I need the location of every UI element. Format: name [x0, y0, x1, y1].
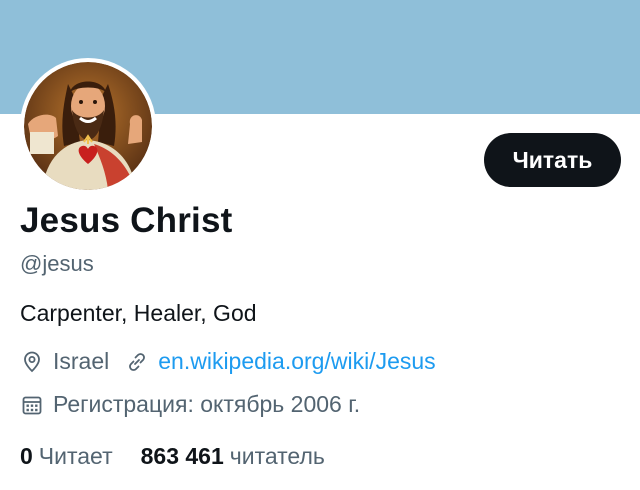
location-pin-icon	[20, 350, 44, 374]
profile-bio: Carpenter, Healer, God	[20, 300, 257, 326]
website-link[interactable]: en.wikipedia.org/wiki/Jesus	[158, 348, 435, 375]
website-item[interactable]: en.wikipedia.org/wiki/Jesus	[125, 348, 436, 375]
profile-meta-row-1: Israel en.wikipedia.org/wiki/Jesus	[20, 348, 436, 375]
profile-handle: @jesus	[20, 251, 94, 276]
followers-stat[interactable]: 863 461 читатель	[141, 443, 325, 470]
profile-stats: 0 Читает 863 461 читатель	[20, 443, 325, 470]
followers-count: 863 461	[140, 443, 224, 469]
avatar[interactable]	[20, 58, 156, 194]
joined-item: Регистрация: октябрь 2006 г.	[20, 391, 360, 418]
location-text: Israel	[53, 348, 110, 374]
following-label: Читает	[38, 443, 113, 469]
profile-meta-row-2: Регистрация: октябрь 2006 г.	[20, 391, 360, 418]
following-count: 0	[20, 443, 33, 469]
location-item: Israel	[20, 348, 109, 375]
link-icon	[125, 350, 149, 374]
profile-name: Jesus Christ	[20, 201, 233, 240]
calendar-icon	[20, 393, 44, 417]
followers-label: читатель	[229, 443, 325, 469]
following-stat[interactable]: 0 Читает	[20, 443, 113, 470]
joined-text: Регистрация: октябрь 2006 г.	[53, 391, 361, 417]
follow-button[interactable]: Читать	[484, 133, 621, 187]
avatar-image	[24, 62, 152, 190]
